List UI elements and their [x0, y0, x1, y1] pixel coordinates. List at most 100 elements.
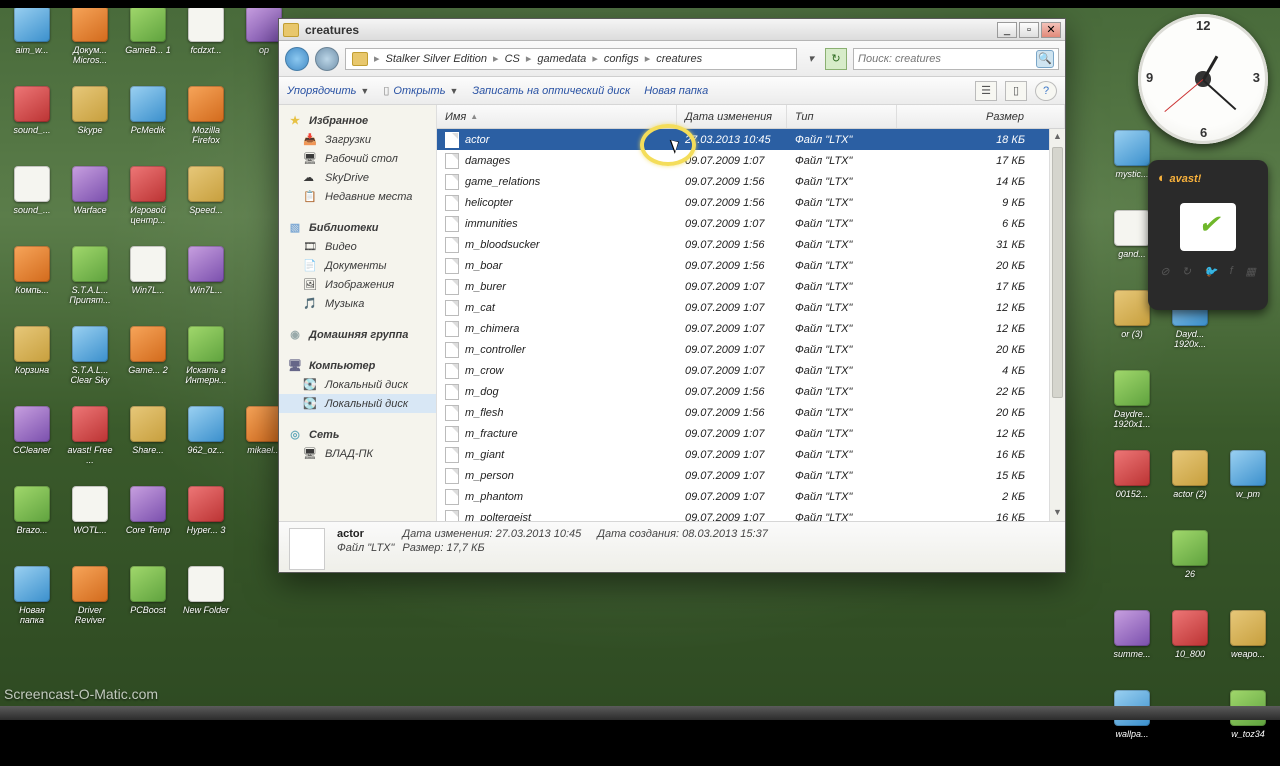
- sidebar-item[interactable]: 🎵Музыка: [279, 294, 436, 313]
- desktop-icon[interactable]: avast! Free ...: [64, 406, 116, 482]
- breadcrumb-segment[interactable]: configs: [604, 53, 639, 65]
- sidebar-item[interactable]: 📥Загрузки: [279, 130, 436, 149]
- sidebar-item[interactable]: 🖼Изображения: [279, 275, 436, 294]
- desktop-icon[interactable]: Искать в Интерн...: [180, 326, 232, 402]
- minimize-button[interactable]: _: [997, 22, 1017, 38]
- desktop-icon[interactable]: Win7L...: [180, 246, 232, 322]
- table-row[interactable]: m_controller09.07.2009 1:07Файл "LTX"20 …: [437, 339, 1065, 360]
- desktop-icon[interactable]: Компь...: [6, 246, 58, 322]
- desktop-icon[interactable]: fcdzxt...: [180, 6, 232, 82]
- breadcrumb-segment[interactable]: Stalker Silver Edition: [386, 53, 488, 65]
- table-row[interactable]: m_cat09.07.2009 1:07Файл "LTX"12 КБ: [437, 297, 1065, 318]
- scroll-thumb[interactable]: [1052, 147, 1063, 398]
- column-header-date[interactable]: Дата изменения: [677, 105, 787, 128]
- scroll-up-icon[interactable]: ▲: [1050, 129, 1065, 145]
- sidebar-item[interactable]: ☁SkyDrive: [279, 168, 436, 187]
- desktop-icon[interactable]: w_pm: [1222, 450, 1274, 526]
- column-header-size[interactable]: Размер: [897, 105, 1065, 128]
- desktop-icon[interactable]: 10_800: [1164, 610, 1216, 686]
- desktop-icon[interactable]: S.T.A.L... Припят...: [64, 246, 116, 322]
- organize-button[interactable]: Упорядочить ▼: [287, 85, 369, 97]
- sidebar-group-libraries[interactable]: ▧Библиотеки: [279, 218, 436, 237]
- search-box[interactable]: 🔍: [853, 48, 1059, 70]
- desktop-icon[interactable]: weapo...: [1222, 610, 1274, 686]
- desktop-icon[interactable]: Skype: [64, 86, 116, 162]
- desktop-icon[interactable]: Warface: [64, 166, 116, 242]
- table-row[interactable]: m_chimera09.07.2009 1:07Файл "LTX"12 КБ: [437, 318, 1065, 339]
- sidebar-group-homegroup[interactable]: ◉Домашняя группа: [279, 325, 436, 344]
- table-row[interactable]: m_boar09.07.2009 1:56Файл "LTX"20 КБ: [437, 255, 1065, 276]
- path-dropdown[interactable]: ▾: [803, 52, 819, 65]
- breadcrumb-segment[interactable]: CS: [505, 53, 520, 65]
- table-row[interactable]: m_burer09.07.2009 1:07Файл "LTX"17 КБ: [437, 276, 1065, 297]
- breadcrumb[interactable]: ▸ Stalker Silver Edition▸CS▸gamedata▸con…: [345, 48, 797, 70]
- sidebar-item[interactable]: 📋Недавние места: [279, 187, 436, 206]
- sidebar-item[interactable]: 🖥ВЛАД-ПК: [279, 444, 436, 463]
- view-options-button[interactable]: ☰ ▼: [975, 81, 997, 101]
- desktop-icon[interactable]: Mozilla Firefox: [180, 86, 232, 162]
- desktop-icon[interactable]: Core Temp: [122, 486, 174, 562]
- desktop-icon[interactable]: Докум... Micros...: [64, 6, 116, 82]
- scrollbar[interactable]: ▲ ▼: [1049, 129, 1065, 521]
- desktop-icon[interactable]: Новая папка: [6, 566, 58, 642]
- desktop-icon[interactable]: sound_...: [6, 86, 58, 162]
- desktop-icon[interactable]: Brazo...: [6, 486, 58, 562]
- desktop-icon[interactable]: CCleaner: [6, 406, 58, 482]
- table-row[interactable]: actor27.03.2013 10:45Файл "LTX"18 КБ: [437, 129, 1065, 150]
- table-row[interactable]: m_fracture09.07.2009 1:07Файл "LTX"12 КБ: [437, 423, 1065, 444]
- desktop-icon[interactable]: GameB... 1: [122, 6, 174, 82]
- desktop-icon[interactable]: 962_oz...: [180, 406, 232, 482]
- search-icon[interactable]: 🔍: [1036, 50, 1054, 68]
- burn-button[interactable]: Записать на оптический диск: [472, 85, 630, 97]
- back-button[interactable]: [285, 47, 309, 71]
- desktop-icon[interactable]: WOTL...: [64, 486, 116, 562]
- open-button[interactable]: ▯ Открыть ▼: [383, 84, 458, 97]
- sidebar-group-computer[interactable]: 🖥Компьютер: [279, 356, 436, 375]
- desktop-icon[interactable]: Speed...: [180, 166, 232, 242]
- desktop-icon[interactable]: 26: [1164, 530, 1216, 606]
- table-row[interactable]: damages09.07.2009 1:07Файл "LTX"17 КБ: [437, 150, 1065, 171]
- desktop-icon[interactable]: New Folder: [180, 566, 232, 642]
- maximize-button[interactable]: ▫: [1019, 22, 1039, 38]
- sidebar-item[interactable]: 🎞Видео: [279, 237, 436, 256]
- desktop-icon[interactable]: aim_w...: [6, 6, 58, 82]
- sidebar-item[interactable]: 💽Локальный диск: [279, 394, 436, 413]
- desktop-icon[interactable]: sound_...: [6, 166, 58, 242]
- desktop-icon[interactable]: Hyper... 3: [180, 486, 232, 562]
- new-folder-button[interactable]: Новая папка: [644, 85, 708, 97]
- table-row[interactable]: m_giant09.07.2009 1:07Файл "LTX"16 КБ: [437, 444, 1065, 465]
- column-header-name[interactable]: Имя ▲: [437, 105, 677, 128]
- close-button[interactable]: ✕: [1041, 22, 1061, 38]
- desktop-icon[interactable]: Game... 2: [122, 326, 174, 402]
- desktop-icon[interactable]: Игровой центр...: [122, 166, 174, 242]
- desktop-icon[interactable]: Daydre... 1920x1...: [1106, 370, 1158, 446]
- table-row[interactable]: m_flesh09.07.2009 1:56Файл "LTX"20 КБ: [437, 402, 1065, 423]
- taskbar[interactable]: [0, 706, 1280, 720]
- search-input[interactable]: [858, 53, 1036, 65]
- desktop-icon[interactable]: 00152...: [1106, 450, 1158, 526]
- desktop-icon[interactable]: w_toz34: [1222, 690, 1274, 766]
- desktop-icon[interactable]: PCBoost: [122, 566, 174, 642]
- desktop-icon[interactable]: Win7L...: [122, 246, 174, 322]
- desktop-icon[interactable]: S.T.A.L... Clear Sky: [64, 326, 116, 402]
- table-row[interactable]: m_person09.07.2009 1:07Файл "LTX"15 КБ: [437, 465, 1065, 486]
- sidebar-item[interactable]: 📄Документы: [279, 256, 436, 275]
- table-row[interactable]: m_bloodsucker09.07.2009 1:56Файл "LTX"31…: [437, 234, 1065, 255]
- desktop-icon[interactable]: Driver Reviver: [64, 566, 116, 642]
- table-row[interactable]: helicopter09.07.2009 1:56Файл "LTX"9 КБ: [437, 192, 1065, 213]
- desktop-icon[interactable]: actor (2): [1164, 450, 1216, 526]
- sidebar-group-network[interactable]: ◎Сеть: [279, 425, 436, 444]
- sidebar-item[interactable]: 💽Локальный диск: [279, 375, 436, 394]
- refresh-button[interactable]: ↻: [825, 48, 847, 70]
- desktop-icon[interactable]: Share...: [122, 406, 174, 482]
- table-row[interactable]: m_phantom09.07.2009 1:07Файл "LTX"2 КБ: [437, 486, 1065, 507]
- desktop-icon[interactable]: Корзина: [6, 326, 58, 402]
- help-button[interactable]: ?: [1035, 81, 1057, 101]
- table-row[interactable]: immunities09.07.2009 1:07Файл "LTX"6 КБ: [437, 213, 1065, 234]
- scroll-down-icon[interactable]: ▼: [1050, 505, 1065, 521]
- desktop-icon[interactable]: wallpa...: [1106, 690, 1158, 766]
- table-row[interactable]: m_crow09.07.2009 1:07Файл "LTX"4 КБ: [437, 360, 1065, 381]
- table-row[interactable]: game_relations09.07.2009 1:56Файл "LTX"1…: [437, 171, 1065, 192]
- titlebar[interactable]: creatures _ ▫ ✕: [279, 19, 1065, 41]
- sidebar-group-favorites[interactable]: ★Избранное: [279, 111, 436, 130]
